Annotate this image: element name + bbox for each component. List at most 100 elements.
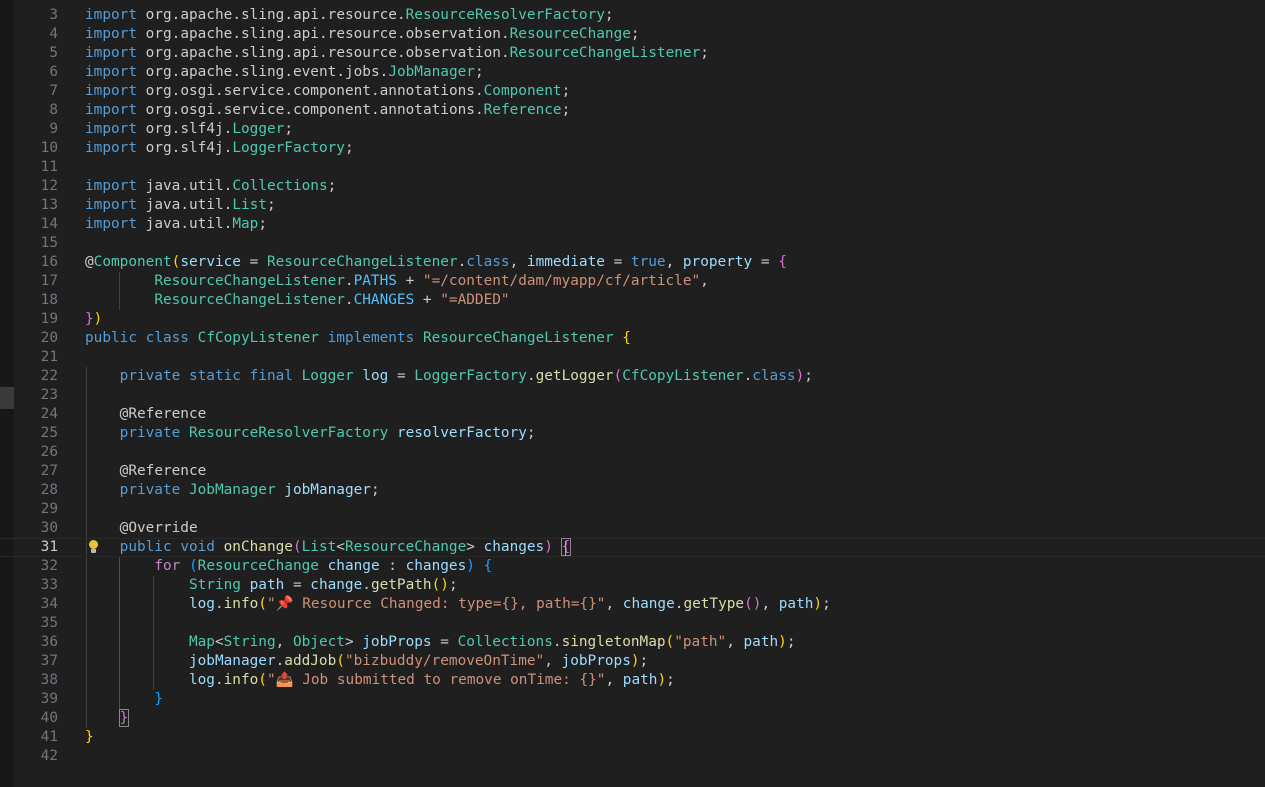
code-line[interactable]: 8 import org.osgi.service.component.annot… bbox=[0, 101, 1265, 120]
code-line[interactable]: 32 for (ResourceChange change : changes)… bbox=[0, 557, 1265, 576]
code-text: Map<String, Object> jobProps = Collectio… bbox=[188, 634, 796, 650]
code-text: import org.osgi.service.component.annota… bbox=[85, 83, 571, 99]
line-number: 8 bbox=[49, 102, 58, 118]
line-number: 37 bbox=[40, 653, 58, 669]
code-text: for (ResourceChange change : changes) { bbox=[154, 558, 493, 574]
code-text: log.info("📌 Resource Changed: type={}, p… bbox=[188, 596, 831, 612]
code-line[interactable]: 40 } bbox=[0, 709, 1265, 728]
code-line[interactable]: 34 log.info("📌 Resource Changed: type={}… bbox=[0, 595, 1265, 614]
code-text: public class CfCopyListener implements R… bbox=[85, 330, 631, 346]
code-text: public void onChange(List<ResourceChange… bbox=[85, 538, 572, 556]
line-number: 6 bbox=[49, 64, 58, 80]
line-number: 18 bbox=[40, 292, 58, 308]
code-line[interactable]: 7 import org.osgi.service.component.annot… bbox=[0, 82, 1265, 101]
line-number: 22 bbox=[40, 368, 58, 384]
line-number: 29 bbox=[40, 501, 58, 517]
code-line[interactable]: 26 bbox=[0, 443, 1265, 462]
code-line[interactable]: 11 bbox=[0, 158, 1265, 177]
code-line[interactable]: 14 import java.util.Map; bbox=[0, 215, 1265, 234]
code-line[interactable]: 17 ResourceChangeListener.PATHS + "=/con… bbox=[0, 272, 1265, 291]
code-line[interactable]: 9 import org.slf4j.Logger; bbox=[0, 120, 1265, 139]
line-number: 39 bbox=[40, 691, 58, 707]
code-text: @Reference bbox=[119, 406, 207, 422]
code-line[interactable]: 18 ResourceChangeListener.CHANGES + "=AD… bbox=[0, 291, 1265, 310]
code-line[interactable]: 22 private static final Logger log = Log… bbox=[0, 367, 1265, 386]
code-line[interactable]: 30 @Override bbox=[0, 519, 1265, 538]
line-number: 25 bbox=[40, 425, 58, 441]
line-number: 23 bbox=[40, 387, 58, 403]
line-number: 21 bbox=[40, 349, 58, 365]
code-line[interactable]: 20 public class CfCopyListener implements… bbox=[0, 329, 1265, 348]
code-line[interactable]: 6 import org.apache.sling.event.jobs.JobM… bbox=[0, 63, 1265, 82]
code-line[interactable]: 10 import org.slf4j.LoggerFactory; bbox=[0, 139, 1265, 158]
line-number: 17 bbox=[40, 273, 58, 289]
code-text: } bbox=[118, 709, 130, 727]
code-line[interactable]: 41} bbox=[0, 728, 1265, 747]
line-number: 24 bbox=[40, 406, 58, 422]
line-number: 32 bbox=[40, 558, 58, 574]
code-line[interactable]: 21 bbox=[0, 348, 1265, 367]
code-line[interactable]: 37 jobManager.addJob("bizbuddy/removeOnT… bbox=[0, 652, 1265, 671]
code-text: import org.slf4j.LoggerFactory; bbox=[85, 140, 354, 156]
code-line[interactable]: 33 String path = change.getPath(); bbox=[0, 576, 1265, 595]
line-number: 10 bbox=[40, 140, 58, 156]
code-text: import org.slf4j.Logger; bbox=[85, 121, 293, 137]
line-number: 7 bbox=[49, 83, 58, 99]
code-editor[interactable]: 3 import org.apache.sling.api.resource.Re… bbox=[0, 0, 1265, 787]
code-text: import org.apache.sling.event.jobs.JobMa… bbox=[85, 64, 484, 80]
code-line[interactable]: 35 bbox=[0, 614, 1265, 633]
code-line[interactable]: 19}) bbox=[0, 310, 1265, 329]
code-text: private ResourceResolverFactory resolver… bbox=[119, 425, 536, 441]
code-line[interactable]: 36 Map<String, Object> jobProps = Collec… bbox=[0, 633, 1265, 652]
line-number: 13 bbox=[40, 197, 58, 213]
line-number: 11 bbox=[40, 159, 58, 175]
line-number: 14 bbox=[40, 216, 58, 232]
code-line[interactable]: 29 bbox=[0, 500, 1265, 519]
code-text: import java.util.Collections; bbox=[85, 178, 337, 194]
line-number: 30 bbox=[40, 520, 58, 536]
code-line[interactable]: 24 @Reference bbox=[0, 405, 1265, 424]
line-number: 34 bbox=[40, 596, 58, 612]
line-number: 40 bbox=[40, 710, 58, 726]
code-text: String path = change.getPath(); bbox=[188, 577, 458, 593]
code-line[interactable]: 12 import java.util.Collections; bbox=[0, 177, 1265, 196]
line-number: 20 bbox=[40, 330, 58, 346]
line-number: 38 bbox=[40, 672, 58, 688]
code-line[interactable]: 38 log.info("📤 Job submitted to remove o… bbox=[0, 671, 1265, 690]
code-line[interactable]: 16 @Component(service = ResourceChangeLis… bbox=[0, 253, 1265, 272]
code-text: import org.osgi.service.component.annota… bbox=[85, 102, 571, 118]
line-number: 12 bbox=[40, 178, 58, 194]
code-line[interactable]: 5 import org.apache.sling.api.resource.ob… bbox=[0, 44, 1265, 63]
code-text: } bbox=[85, 729, 94, 745]
code-text: import org.apache.sling.api.resource.obs… bbox=[85, 26, 640, 42]
text-cursor bbox=[565, 541, 566, 556]
code-line[interactable]: 4 import org.apache.sling.api.resource.ob… bbox=[0, 25, 1265, 44]
code-line[interactable]: 15 bbox=[0, 234, 1265, 253]
code-text: @Override bbox=[119, 520, 198, 536]
line-number: 27 bbox=[40, 463, 58, 479]
code-line[interactable]: 42 bbox=[0, 747, 1265, 766]
line-number: 42 bbox=[40, 748, 58, 764]
code-line[interactable]: 39 } bbox=[0, 690, 1265, 709]
code-line[interactable]: 23 bbox=[0, 386, 1265, 405]
line-number: 3 bbox=[49, 7, 58, 23]
code-text: @Component(service = ResourceChangeListe… bbox=[85, 254, 787, 270]
code-line[interactable]: 25 private ResourceResolverFactory resol… bbox=[0, 424, 1265, 443]
code-text: import java.util.List; bbox=[85, 197, 276, 213]
code-text: import java.util.Map; bbox=[85, 216, 267, 232]
code-text: ResourceChangeListener.PATHS + "=/conten… bbox=[154, 273, 709, 289]
code-line[interactable]: 3 import org.apache.sling.api.resource.Re… bbox=[0, 6, 1265, 25]
code-lines[interactable]: 3 import org.apache.sling.api.resource.Re… bbox=[0, 6, 1265, 766]
line-number: 15 bbox=[40, 235, 58, 251]
code-line[interactable]: 13 import java.util.List; bbox=[0, 196, 1265, 215]
code-text: }) bbox=[85, 311, 103, 327]
line-number: 16 bbox=[40, 254, 58, 270]
code-line[interactable]: 31 public void onChange(List<ResourceCha… bbox=[0, 538, 1265, 557]
code-line[interactable]: 27 @Reference bbox=[0, 462, 1265, 481]
line-number: 41 bbox=[40, 729, 58, 745]
line-number: 35 bbox=[40, 615, 58, 631]
code-text: private JobManager jobManager; bbox=[119, 482, 380, 498]
code-line[interactable]: 28 private JobManager jobManager; bbox=[0, 481, 1265, 500]
line-number: 33 bbox=[40, 577, 58, 593]
line-number: 36 bbox=[40, 634, 58, 650]
